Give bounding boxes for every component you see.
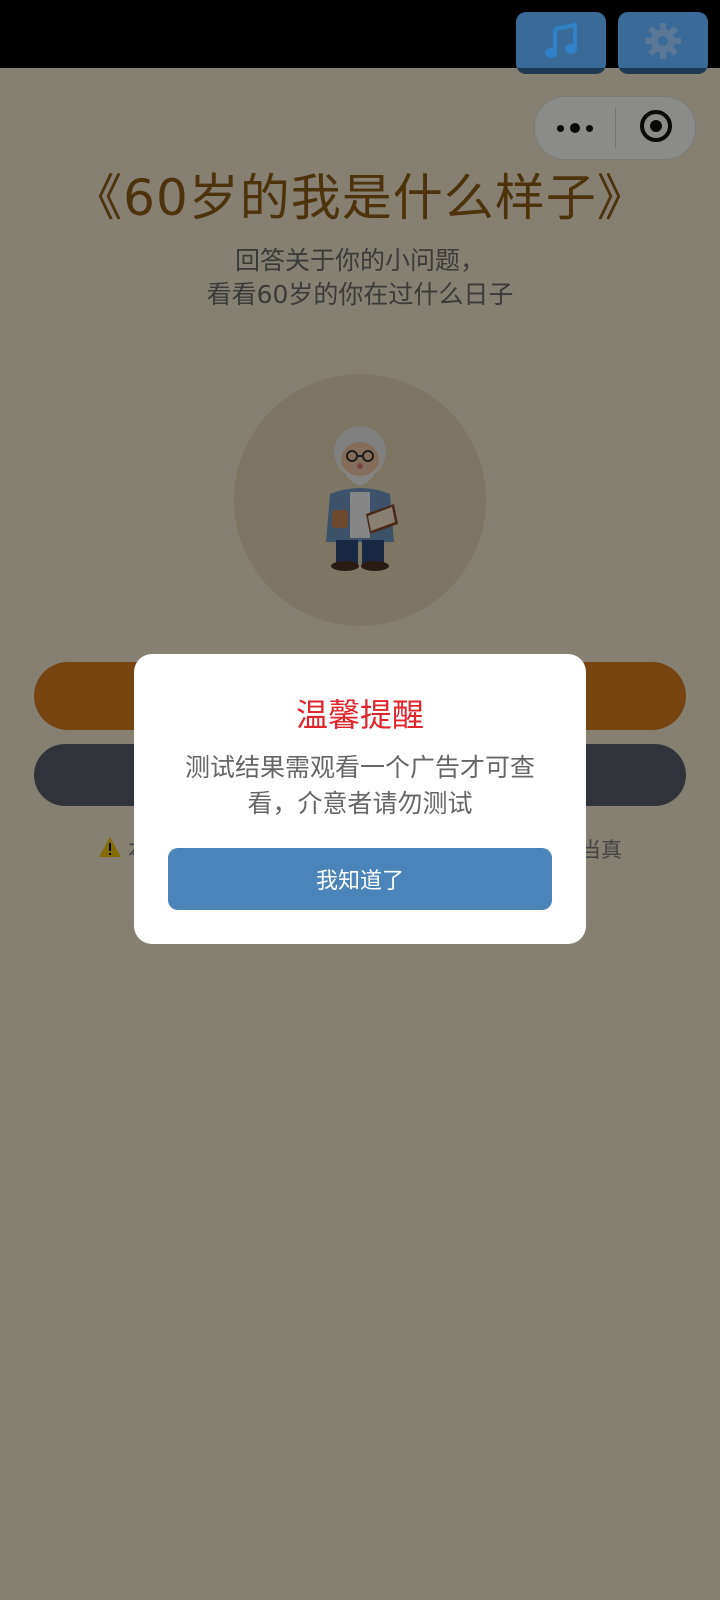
acknowledge-button[interactable]: 我知道了	[168, 848, 552, 910]
reminder-dialog: 温馨提醒 测试结果需观看一个广告才可查看，介意者请勿测试 我知道了	[134, 654, 586, 944]
dialog-title: 温馨提醒	[295, 696, 424, 734]
gear-icon	[641, 19, 685, 67]
page: 《60岁的我是什么样子》 回答关于你的小问题， 看看60岁的你在过什么日子 当真…	[0, 0, 720, 1600]
settings-button[interactable]	[618, 12, 708, 74]
music-note-icon	[539, 19, 583, 67]
dialog-message: 测试结果需观看一个广告才可查看，介意者请勿测试	[184, 753, 535, 818]
status-bar	[0, 0, 720, 68]
music-button[interactable]	[516, 12, 606, 74]
